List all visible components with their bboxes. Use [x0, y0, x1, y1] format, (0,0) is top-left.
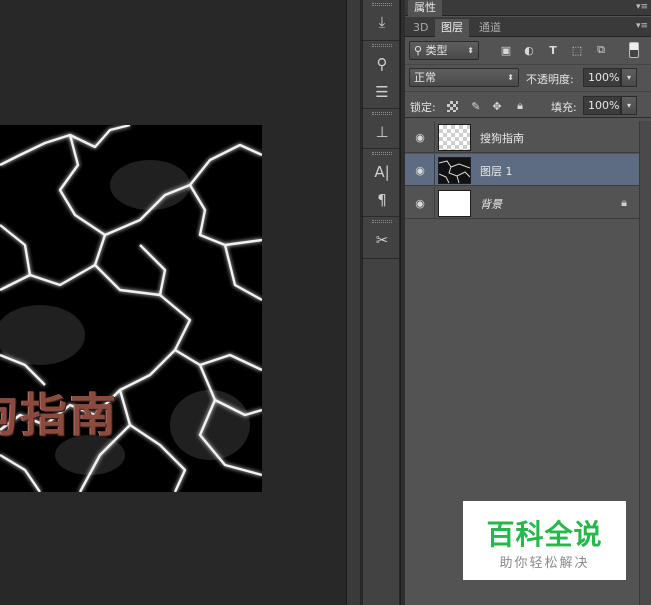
chevron-updown-icon: ⬍	[467, 46, 474, 55]
document-canvas-area[interactable]: 狗指南	[0, 0, 346, 605]
brush-presets-icon[interactable]: ⚲	[368, 52, 396, 76]
image-filter-icon[interactable]: ▣	[499, 43, 513, 57]
strip-divider	[363, 258, 401, 259]
watermark-logo: 百科全说 助你轻松解决	[463, 501, 626, 580]
layer-name[interactable]: 图层 1	[480, 163, 513, 179]
canvas-text-layer[interactable]: 狗指南	[0, 379, 119, 445]
lock-image-pixels-brush-icon[interactable]: ✎	[469, 99, 483, 113]
history-panel-icon[interactable]: ⤓	[368, 10, 396, 34]
layer-name[interactable]: 背景	[480, 196, 502, 212]
watermark-title: 百科全说	[486, 518, 603, 551]
layer-thumbnail[interactable]	[438, 190, 471, 217]
lock-options-row: 锁定: ✎ ✥ 🔒︎ 填充: 100% ▾	[405, 91, 651, 118]
panel-grip[interactable]	[372, 220, 392, 223]
eye-divider	[434, 187, 435, 219]
document-image[interactable]: 狗指南	[0, 125, 262, 492]
panel-grip[interactable]	[372, 152, 392, 155]
fill-label: 填充:	[551, 101, 577, 114]
character-panel-icon[interactable]: A|	[368, 160, 396, 184]
collapsed-panels-strip: ⤓ ⚲ ☰ ⊥ A| ¶ ✂	[362, 0, 401, 605]
blend-mode-dropdown[interactable]: 正常 ⬍	[409, 68, 519, 87]
shape-filter-icon[interactable]: ⬚	[570, 43, 584, 57]
strip-divider	[363, 40, 401, 41]
panel-tabs: 3D 图层 通道 ▾≡	[405, 17, 651, 37]
tab-layers[interactable]: 图层	[435, 19, 469, 37]
layer-thumbnail[interactable]	[438, 157, 471, 184]
panel-collapse-gutter[interactable]	[346, 0, 360, 605]
visibility-eye-icon[interactable]: ◉	[413, 196, 427, 210]
visibility-eye-icon[interactable]: ◉	[413, 163, 427, 177]
clone-source-icon[interactable]: ⊥	[368, 120, 396, 144]
blend-options-row: 正常 ⬍ 不透明度: 100% ▾	[405, 64, 651, 90]
panel-menu-icon[interactable]: ▾≡	[636, 2, 648, 12]
chevron-updown-icon: ⬍	[507, 73, 514, 82]
layer-name[interactable]: 搜狗指南	[480, 130, 524, 146]
tab-3d[interactable]: 3D	[407, 19, 434, 37]
layers-scrollbar[interactable]	[639, 121, 651, 605]
opacity-input[interactable]: 100%	[583, 68, 621, 87]
adjustment-filter-icon[interactable]: ◐	[522, 43, 536, 57]
lock-position-move-icon[interactable]: ✥	[490, 99, 504, 113]
lock-transparent-pixels-icon[interactable]	[447, 101, 458, 112]
layer-lock-icon: 🔒︎	[621, 196, 627, 209]
opacity-slider-button[interactable]: ▾	[621, 68, 637, 87]
eye-divider	[434, 154, 435, 186]
lock-label: 锁定:	[410, 101, 436, 114]
panel-menu-icon[interactable]: ▾≡	[636, 21, 648, 31]
fill-input[interactable]: 100%	[583, 96, 621, 115]
layer-kind-label: 类型	[425, 44, 448, 57]
strip-divider	[363, 108, 401, 109]
opacity-label: 不透明度:	[526, 73, 574, 86]
panel-grip[interactable]	[372, 112, 392, 115]
layer-row-background[interactable]: ◉ 背景 🔒︎	[405, 187, 639, 219]
layer-row-layer1[interactable]: ◉ 图层 1	[405, 154, 639, 186]
search-icon: ⚲	[414, 44, 426, 57]
tab-channels[interactable]: 通道	[473, 19, 507, 37]
fill-slider-button[interactable]: ▾	[621, 96, 637, 115]
paragraph-panel-icon[interactable]: ¶	[368, 188, 396, 212]
layer-thumbnail[interactable]	[438, 124, 471, 151]
layer-filter-row: ⚲ 类型 ⬍ ▣ ◐ T ⬚ ⧉	[405, 38, 651, 63]
eye-divider	[434, 121, 435, 153]
panel-grip[interactable]	[372, 3, 392, 6]
adjustments-sliders-icon[interactable]: ☰	[368, 80, 396, 104]
lock-all-icon[interactable]: 🔒︎	[513, 99, 527, 113]
watermark-subtitle: 助你轻松解决	[499, 556, 590, 571]
properties-panel-header: 属性 ▾≡	[405, 0, 651, 16]
strip-divider	[363, 148, 401, 149]
tab-properties[interactable]: 属性	[408, 0, 442, 16]
smart-object-filter-icon[interactable]: ⧉	[594, 43, 608, 57]
layer-row-text[interactable]: ◉ 搜狗指南	[405, 121, 639, 153]
type-filter-icon[interactable]: T	[546, 43, 560, 57]
blend-mode-value: 正常	[414, 71, 436, 84]
tool-presets-icon[interactable]: ✂	[368, 228, 396, 252]
visibility-eye-icon[interactable]: ◉	[413, 130, 427, 144]
strip-divider	[363, 216, 401, 217]
panel-grip[interactable]	[372, 44, 392, 47]
layer-kind-filter-dropdown[interactable]: ⚲ 类型 ⬍	[409, 41, 479, 60]
filter-toggle-icon[interactable]	[629, 42, 639, 58]
clouds-thumbnail-texture	[438, 160, 471, 184]
